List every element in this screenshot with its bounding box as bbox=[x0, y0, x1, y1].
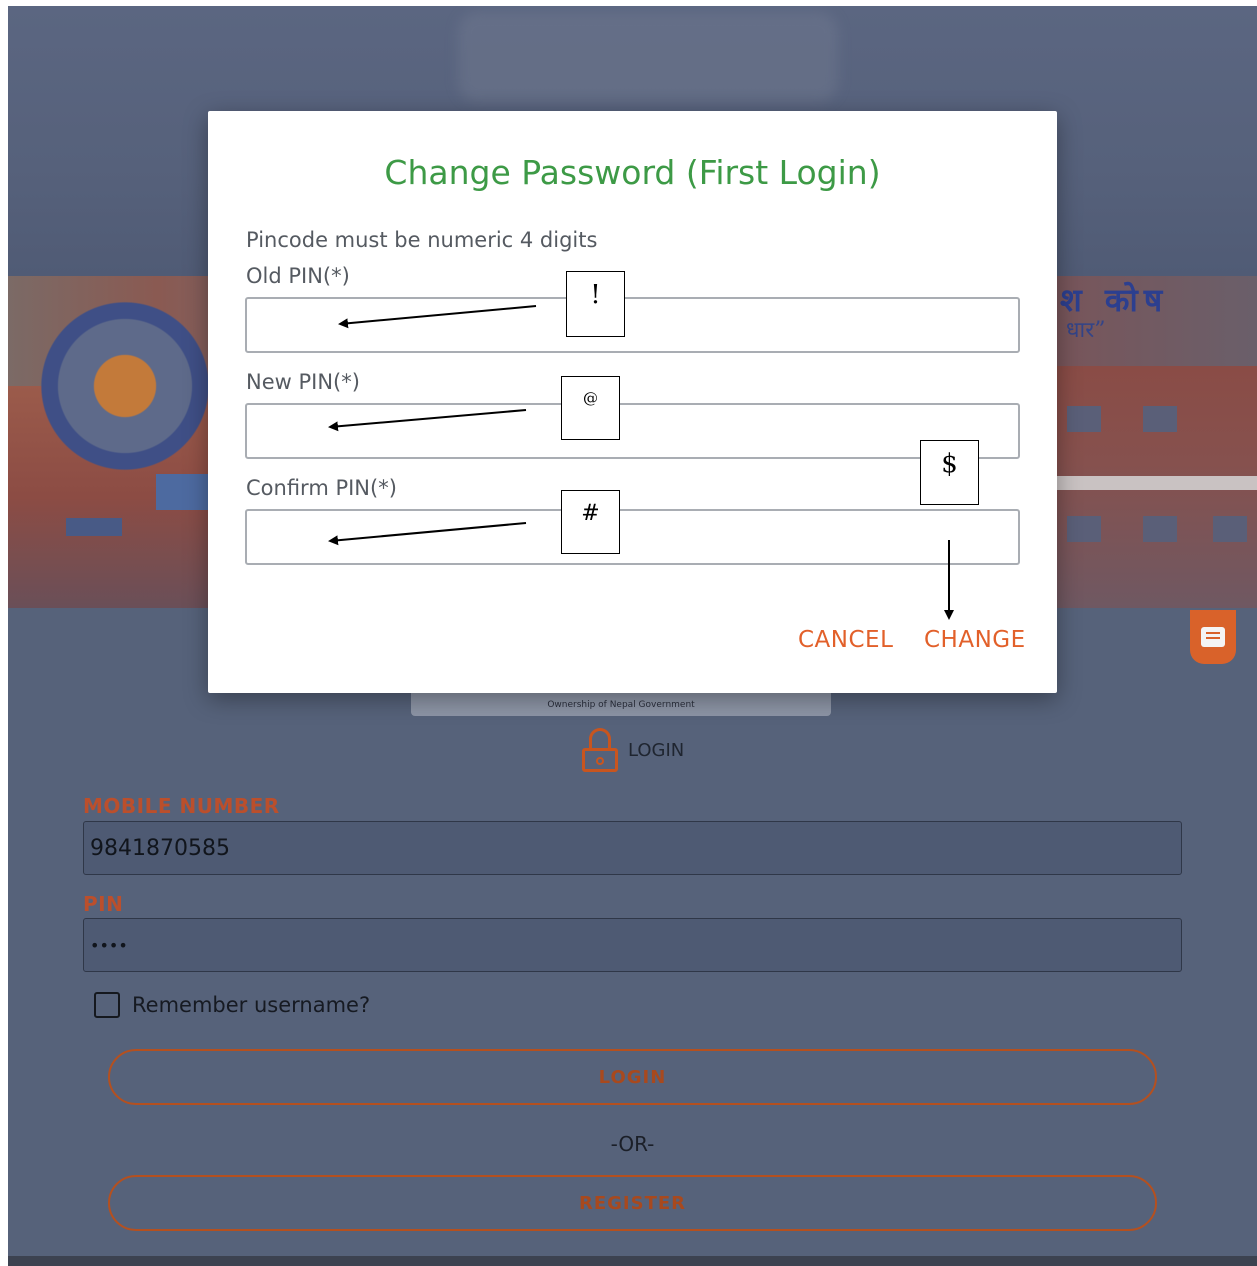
mobile-number-input[interactable]: 9841870585 bbox=[83, 821, 1182, 875]
new-pin-label: New PIN(*) bbox=[246, 370, 360, 394]
building-image-right bbox=[1053, 366, 1257, 608]
cancel-button[interactable]: CANCEL bbox=[798, 627, 893, 653]
chat-icon bbox=[1201, 627, 1225, 647]
pin-label: PIN bbox=[83, 892, 124, 916]
remember-username[interactable]: Remember username? bbox=[94, 992, 370, 1018]
confirm-pin-input[interactable] bbox=[245, 509, 1020, 565]
dialog-title: Change Password (First Login) bbox=[384, 153, 881, 192]
register-button[interactable]: REGISTER bbox=[108, 1175, 1157, 1231]
remember-username-label: Remember username? bbox=[132, 993, 371, 1017]
old-pin-input[interactable] bbox=[245, 297, 1020, 353]
chat-button[interactable] bbox=[1190, 610, 1236, 664]
pin-input[interactable]: •••• bbox=[83, 918, 1182, 972]
emblem-logo bbox=[20, 296, 230, 476]
checkbox-icon[interactable] bbox=[94, 992, 120, 1018]
annotation-marker-confirm-pin: # bbox=[561, 490, 620, 554]
old-pin-label: Old PIN(*) bbox=[246, 264, 350, 288]
annotation-marker-old-pin: ! bbox=[566, 271, 625, 337]
bottom-bar bbox=[8, 1256, 1257, 1266]
logo-caption: Ownership of Nepal Government bbox=[547, 700, 695, 710]
new-pin-input[interactable] bbox=[245, 403, 1020, 459]
change-button[interactable]: CHANGE bbox=[924, 627, 1026, 653]
lock-icon bbox=[582, 728, 618, 772]
change-password-dialog: Change Password (First Login) Pincode mu… bbox=[208, 111, 1057, 693]
or-divider: -OR- bbox=[610, 1132, 655, 1156]
login-heading-text: LOGIN bbox=[628, 739, 685, 761]
login-button[interactable]: LOGIN bbox=[108, 1049, 1157, 1105]
annotation-marker-change: $ bbox=[920, 440, 979, 505]
confirm-pin-label: Confirm PIN(*) bbox=[246, 476, 397, 500]
pincode-hint: Pincode must be numeric 4 digits bbox=[246, 228, 598, 252]
mobile-number-label: MOBILE NUMBER bbox=[83, 794, 280, 818]
annotation-marker-new-pin: @ bbox=[561, 376, 620, 440]
banner-subtext: धार” bbox=[1066, 318, 1106, 343]
login-heading: LOGIN bbox=[582, 728, 684, 772]
